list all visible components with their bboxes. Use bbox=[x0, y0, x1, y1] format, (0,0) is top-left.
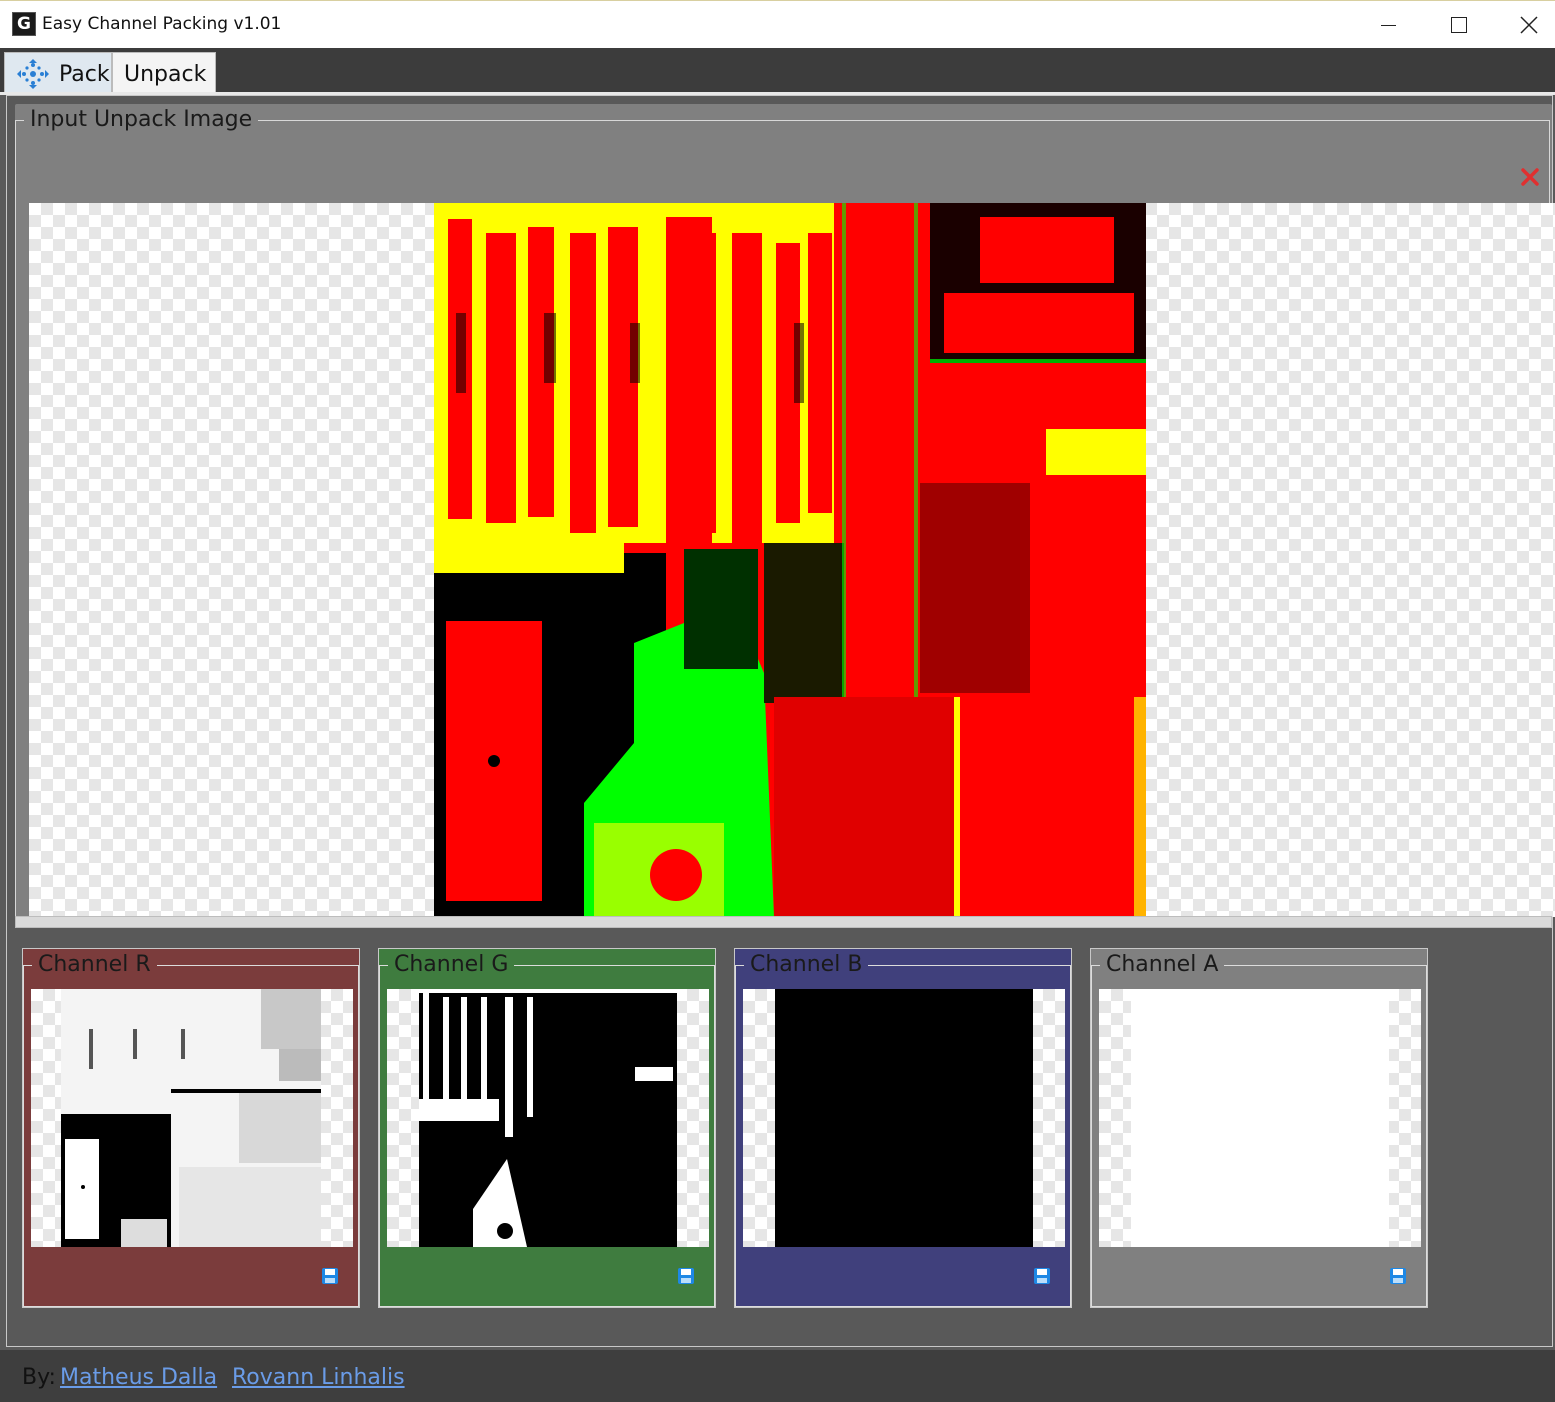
close-icon bbox=[1520, 16, 1538, 34]
channel-g-image[interactable] bbox=[387, 989, 709, 1247]
input-texture-image bbox=[434, 203, 1146, 917]
save-channel-r-icon[interactable] bbox=[321, 1267, 339, 1285]
channel-a-image[interactable] bbox=[1099, 989, 1421, 1247]
save-channel-a-icon[interactable] bbox=[1389, 1267, 1407, 1285]
move-arrows-icon bbox=[17, 59, 49, 89]
by-label: By: bbox=[22, 1365, 56, 1390]
footer: By: Matheus Dalla Rovann Linhalis bbox=[0, 1350, 1555, 1402]
tab-unpack-label: Unpack bbox=[124, 62, 207, 87]
texture-preview bbox=[434, 203, 1146, 917]
channel-r-image[interactable] bbox=[31, 989, 353, 1247]
channel-a-legend: Channel A bbox=[1100, 954, 1225, 976]
app-icon: G bbox=[12, 12, 36, 36]
minimize-button[interactable] bbox=[1353, 1, 1423, 49]
close-button[interactable] bbox=[1493, 1, 1555, 49]
app-window: G Easy Channel Packing v1.01 Pack Unpack… bbox=[0, 0, 1555, 1402]
maximize-button[interactable] bbox=[1423, 1, 1493, 49]
channel-b-panel: Channel B bbox=[734, 948, 1072, 1308]
save-channel-g-icon[interactable] bbox=[677, 1267, 695, 1285]
input-image-dropzone[interactable] bbox=[29, 203, 1555, 917]
author-matheus-link[interactable]: Matheus Dalla bbox=[60, 1365, 217, 1390]
channel-b-preview bbox=[775, 989, 1033, 1247]
unpack-tab-content: Input Unpack Image Channel R Channel G C… bbox=[6, 95, 1555, 1347]
channel-r-legend: Channel R bbox=[32, 954, 157, 976]
input-unpack-panel: Input Unpack Image bbox=[15, 104, 1555, 922]
channel-g-preview bbox=[419, 989, 677, 1247]
title-bar: G Easy Channel Packing v1.01 bbox=[0, 0, 1555, 48]
author-rovann-link[interactable]: Rovann Linhalis bbox=[232, 1365, 405, 1390]
remove-image-icon[interactable] bbox=[1519, 166, 1541, 188]
channel-r-panel: Channel R bbox=[22, 948, 360, 1308]
channel-g-panel: Channel G bbox=[378, 948, 716, 1308]
input-group-legend: Input Unpack Image bbox=[24, 109, 259, 131]
channel-a-preview bbox=[1131, 989, 1389, 1247]
window-title: Easy Channel Packing v1.01 bbox=[42, 14, 282, 34]
tab-unpack[interactable]: Unpack bbox=[112, 52, 216, 92]
tab-pack-label: Pack bbox=[59, 62, 110, 87]
channel-b-legend: Channel B bbox=[744, 954, 869, 976]
channel-a-panel: Channel A bbox=[1090, 948, 1428, 1308]
channel-r-preview bbox=[61, 989, 321, 1247]
save-channel-b-icon[interactable] bbox=[1033, 1267, 1051, 1285]
channel-g-legend: Channel G bbox=[388, 954, 515, 976]
tab-pack[interactable]: Pack bbox=[4, 52, 112, 92]
tab-bar: Pack Unpack bbox=[0, 48, 1555, 92]
channel-b-image[interactable] bbox=[743, 989, 1065, 1247]
horizontal-scrollbar[interactable] bbox=[15, 916, 1552, 928]
